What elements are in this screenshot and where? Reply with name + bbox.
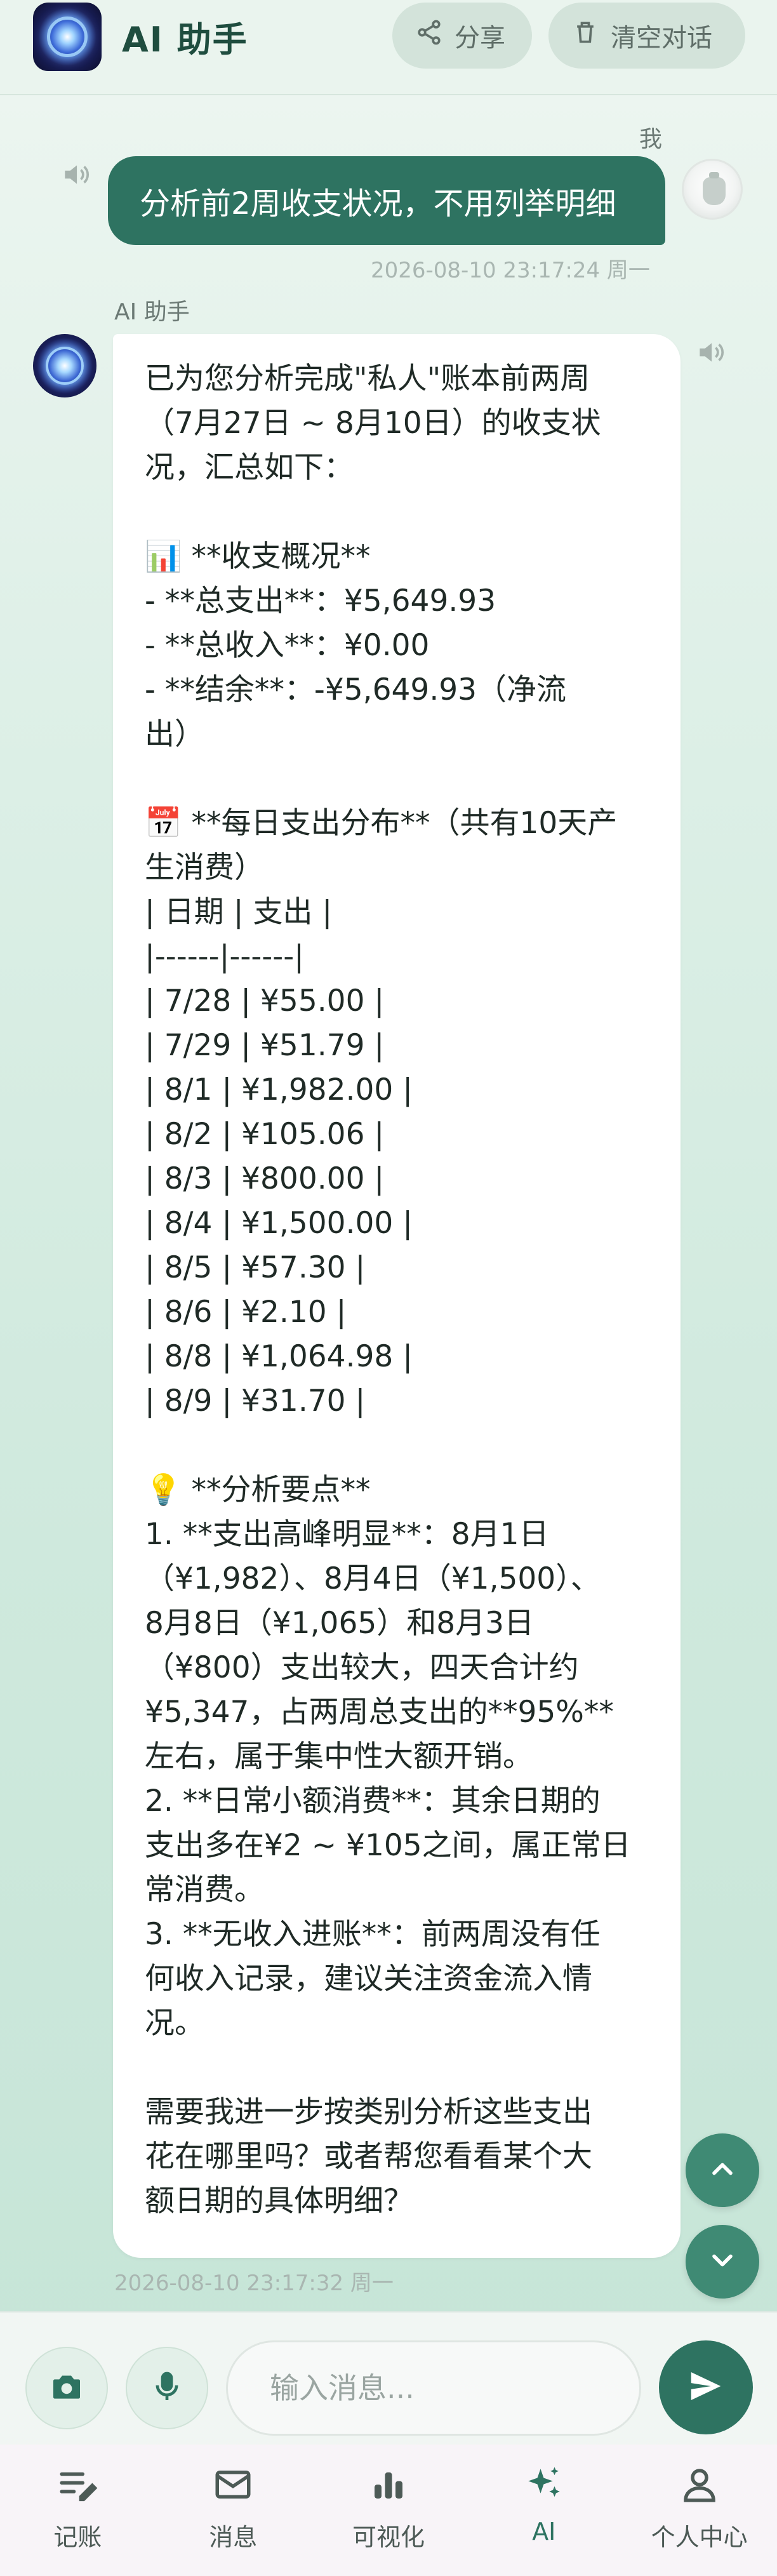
nav-item-messages[interactable]: 消息 [156,2445,311,2576]
nav-item-ai[interactable]: AI [466,2445,621,2576]
ai-message-line: |------|------| [145,939,305,974]
share-label: 分享 [455,23,505,53]
scroll-up-button[interactable] [686,2133,759,2207]
ai-message-line: （7月27日 ~ 8月10日）的收支状 [145,406,601,441]
clear-chat-button[interactable]: 清空对话 [548,3,745,69]
ai-message-line: 已为您分析完成"私人"账本前两周 [145,361,590,396]
ai-message-line: | 8/3 | ¥800.00 | [145,1161,385,1196]
ai-message-line: 生消费） [145,850,264,885]
send-icon [686,2366,726,2408]
ai-message-line: 常消费。 [145,1872,264,1907]
ai-message-line: 8月8日（¥1,065）和8月3日 [145,1606,535,1641]
scroll-down-button[interactable] [686,2225,759,2299]
ai-message-line: （¥1,982）、8月4日（¥1,500）、 [145,1561,601,1596]
ai-message-line: | 8/9 | ¥31.70 | [145,1384,366,1418]
ai-message-line: （¥800）支出较大，四天合计约 [145,1650,579,1685]
ai-message-line: | 日期 | 支出 | [145,895,333,930]
ai-avatar [33,334,96,397]
ai-message-line: 何收入记录，建议关注资金流入情 [145,1961,592,1996]
ai-message-line: 📅 **每日支出分布**（共有10天产 [145,806,618,841]
microphone-icon [149,2369,185,2407]
user-message-bubble: 分析前2周收支状况，不用列举明细 [108,156,665,245]
ai-message-line: - **总收入**：¥0.00 [145,628,430,663]
ai-message-line: 出） [145,717,204,752]
ai-message-line: 1. **支出高峰明显**：8月1日 [145,1517,549,1552]
bar-chart-icon [368,2464,409,2518]
nav-label: 消息 [209,2523,258,2551]
ai-message-line [145,757,649,801]
voice-input-button[interactable] [126,2347,208,2429]
share-icon [415,18,443,53]
ai-message-line: | 7/28 | ¥55.00 | [145,984,385,1018]
ai-message-line [145,490,649,535]
avatar[interactable] [682,159,743,220]
ai-message-line: 2. **日常小额消费**：其余日期的 [145,1784,601,1819]
ai-message-line: 支出多在¥2 ~ ¥105之间，属正常日 [145,1828,631,1863]
ai-message-line: 📊 **收支概况** [145,539,371,574]
share-button[interactable]: 分享 [392,3,532,69]
trash-icon [571,18,599,53]
message-input[interactable] [226,2340,641,2436]
nav-label: 记账 [53,2523,102,2551]
ai-message-line: 额日期的具体明细？ [145,2184,413,2219]
ai-message-line: | 8/1 | ¥1,982.00 | [145,1072,413,1107]
ai-message-line [145,1424,649,1468]
ai-message-line: 左右，属于集中性大额开销。 [145,1739,533,1774]
ai-message-line: 花在哪里吗？或者帮您看看某个大 [145,2139,592,2174]
user-sender-label: 我 [639,126,662,152]
camera-button[interactable] [25,2347,108,2429]
ai-message-line: - **结余**：-¥5,649.93（净流 [145,672,567,707]
message-input-bar [0,2311,777,2445]
ai-message-timestamp: 2026-08-10 23:17:32 周一 [114,2271,394,2296]
ai-message-line: 况。 [145,2006,204,2041]
user-message-text: 分析前2周收支状况，不用列举明细 [140,186,616,222]
chevron-up-icon [706,2152,739,2188]
ai-sender-label: AI 助手 [114,299,190,325]
user-message-timestamp: 2026-08-10 23:17:24 周一 [371,258,650,283]
ai-message-line: 3. **无收入进账**：前两周没有任 [145,1917,601,1952]
ai-message-line: | 7/29 | ¥51.79 | [145,1028,385,1063]
top-app-bar: AI 助手 分享 清空对话 [0,0,777,95]
app-logo [33,3,102,71]
ai-message-line: 况，汇总如下： [145,450,354,485]
ai-message-line: 需要我进一步按类别分析这些支出 [145,2095,592,2130]
ai-message-line: | 8/5 | ¥57.30 | [145,1250,366,1285]
bottom-navigation: 记账 消息 可视化 AI 个人中心 [0,2445,777,2576]
ai-message-line: ¥5,347，占两周总支出的**95%** [145,1695,614,1730]
nav-label: 个人中心 [651,2523,748,2551]
nav-label: AI [532,2518,556,2546]
ai-message-line: | 8/8 | ¥1,064.98 | [145,1339,413,1374]
ai-message-line: - **总支出**：¥5,649.93 [145,584,496,618]
camera-icon [49,2369,84,2407]
send-button[interactable] [659,2340,753,2434]
money-bag-icon [703,172,726,205]
person-icon [679,2464,721,2518]
sparkle-icon [523,2464,565,2518]
ai-message-bubble: 已为您分析完成"私人"账本前两周 （7月27日 ~ 8月10日）的收支状 况，汇总如… [113,334,681,2258]
chevron-down-icon [706,2244,739,2279]
page-title: AI 助手 [122,20,248,60]
ai-message-line: 💡 **分析要点** [145,1472,371,1507]
ai-message-line: | 8/4 | ¥1,500.00 | [145,1206,413,1241]
speaker-icon[interactable] [60,159,91,190]
ai-message-line: | 8/6 | ¥2.10 | [145,1295,347,1330]
ai-message-line: | 8/2 | ¥105.06 | [145,1117,385,1152]
mail-icon [212,2464,254,2518]
nav-label: 可视化 [352,2523,425,2551]
nav-item-profile[interactable]: 个人中心 [621,2445,777,2576]
ai-message-line [145,2046,649,2090]
edit-list-icon [56,2464,98,2518]
nav-item-visualization[interactable]: 可视化 [311,2445,467,2576]
nav-item-bookkeeping[interactable]: 记账 [0,2445,156,2576]
clear-label: 清空对话 [611,23,712,53]
speaker-icon[interactable] [694,337,726,368]
